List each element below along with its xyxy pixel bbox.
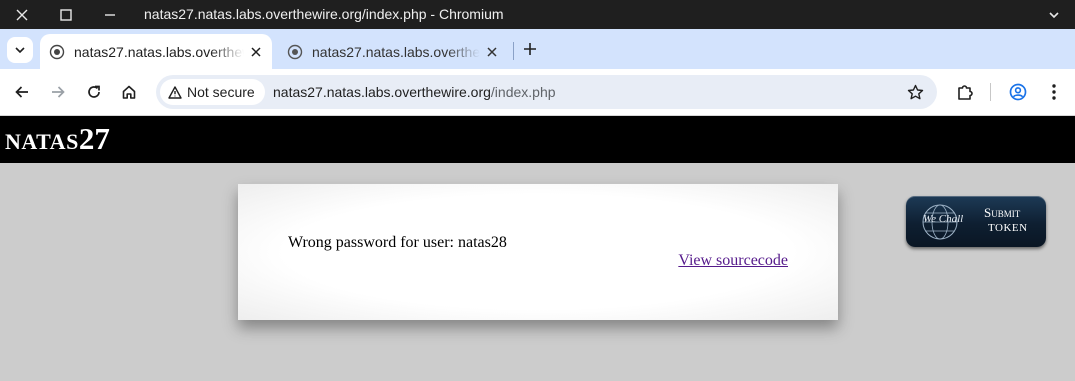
token-brand: We Chall: [923, 213, 964, 225]
warning-icon: [168, 85, 182, 99]
tab-natas27-active[interactable]: natas27.natas.labs.overthewire.org: [40, 34, 272, 69]
token-line-2: TOKEN: [988, 222, 1028, 234]
menu-button[interactable]: [1040, 78, 1068, 106]
web-page: NATAS27 Wrong password for user: natas28…: [0, 116, 1075, 381]
reload-button[interactable]: [80, 78, 108, 106]
security-label: Not secure: [187, 84, 255, 100]
reload-icon: [88, 85, 100, 98]
token-line-1: Submit: [984, 205, 1021, 220]
url-path: /index.php: [490, 84, 556, 100]
window-menu-button[interactable]: [1040, 0, 1068, 29]
tab-natas27-inactive[interactable]: natas27.natas.labs.overthewire.org: [278, 34, 508, 69]
close-icon: [487, 46, 497, 57]
profile-button[interactable]: [1004, 78, 1032, 106]
window-minimize-button[interactable]: [96, 0, 124, 29]
submit-token-button[interactable]: We Chall Submit TOKEN: [906, 196, 1046, 247]
minimize-icon: [105, 13, 115, 16]
window-close-button[interactable]: [8, 0, 36, 29]
plus-icon: [524, 43, 536, 55]
tab-search-button[interactable]: [7, 37, 33, 63]
site-title: NATAS27: [5, 121, 110, 157]
maximize-icon: [60, 8, 72, 21]
tab-close-button[interactable]: [244, 40, 268, 64]
profile-icon: [1009, 83, 1027, 101]
home-icon: [122, 85, 136, 99]
back-icon: [15, 86, 28, 98]
view-source-link[interactable]: View sourcecode: [678, 252, 788, 270]
result-message: Wrong password for user: natas28: [288, 234, 507, 251]
window-title: natas27.natas.labs.overthewire.org/index…: [144, 6, 504, 22]
site-title-text: NATAS: [5, 129, 79, 154]
toolbar-separator: [990, 83, 991, 101]
star-icon: [907, 84, 923, 99]
forward-button[interactable]: [44, 78, 72, 106]
tab-close-button[interactable]: [480, 40, 504, 64]
address-bar[interactable]: Not secure natas27.natas.labs.overthewir…: [156, 75, 937, 109]
extensions-icon: [958, 85, 973, 100]
site-header: NATAS27: [0, 116, 1075, 163]
back-button[interactable]: [8, 78, 36, 106]
url-text[interactable]: natas27.natas.labs.overthewire.org/index…: [273, 75, 556, 109]
site-title-number: 27: [78, 121, 110, 156]
close-icon: [251, 46, 261, 57]
content-box: Wrong password for user: natas28 View so…: [238, 184, 838, 320]
tab-label: natas27.natas.labs.overthewire.org: [312, 43, 480, 60]
chevron-down-icon: [1049, 11, 1059, 18]
chevron-down-icon: [15, 47, 25, 54]
browser-toolbar: Not secure natas27.natas.labs.overthewir…: [0, 69, 1075, 116]
tab-separator: [513, 42, 514, 60]
extensions-button[interactable]: [951, 78, 979, 106]
new-tab-button[interactable]: [518, 37, 542, 61]
security-indicator[interactable]: Not secure: [160, 79, 265, 105]
globe-icon: [287, 44, 303, 59]
url-host: natas27.natas.labs.overthewire.org: [273, 84, 491, 100]
window-titlebar: natas27.natas.labs.overthewire.org/index…: [0, 0, 1075, 29]
globe-icon: [49, 44, 65, 59]
home-button[interactable]: [115, 78, 143, 106]
forward-icon: [52, 86, 65, 98]
tab-label: natas27.natas.labs.overthewire.org: [74, 43, 244, 60]
bookmark-button[interactable]: [905, 82, 925, 102]
kebab-menu-icon: [1052, 84, 1056, 100]
window-maximize-button[interactable]: [52, 0, 80, 29]
close-icon: [16, 9, 28, 20]
